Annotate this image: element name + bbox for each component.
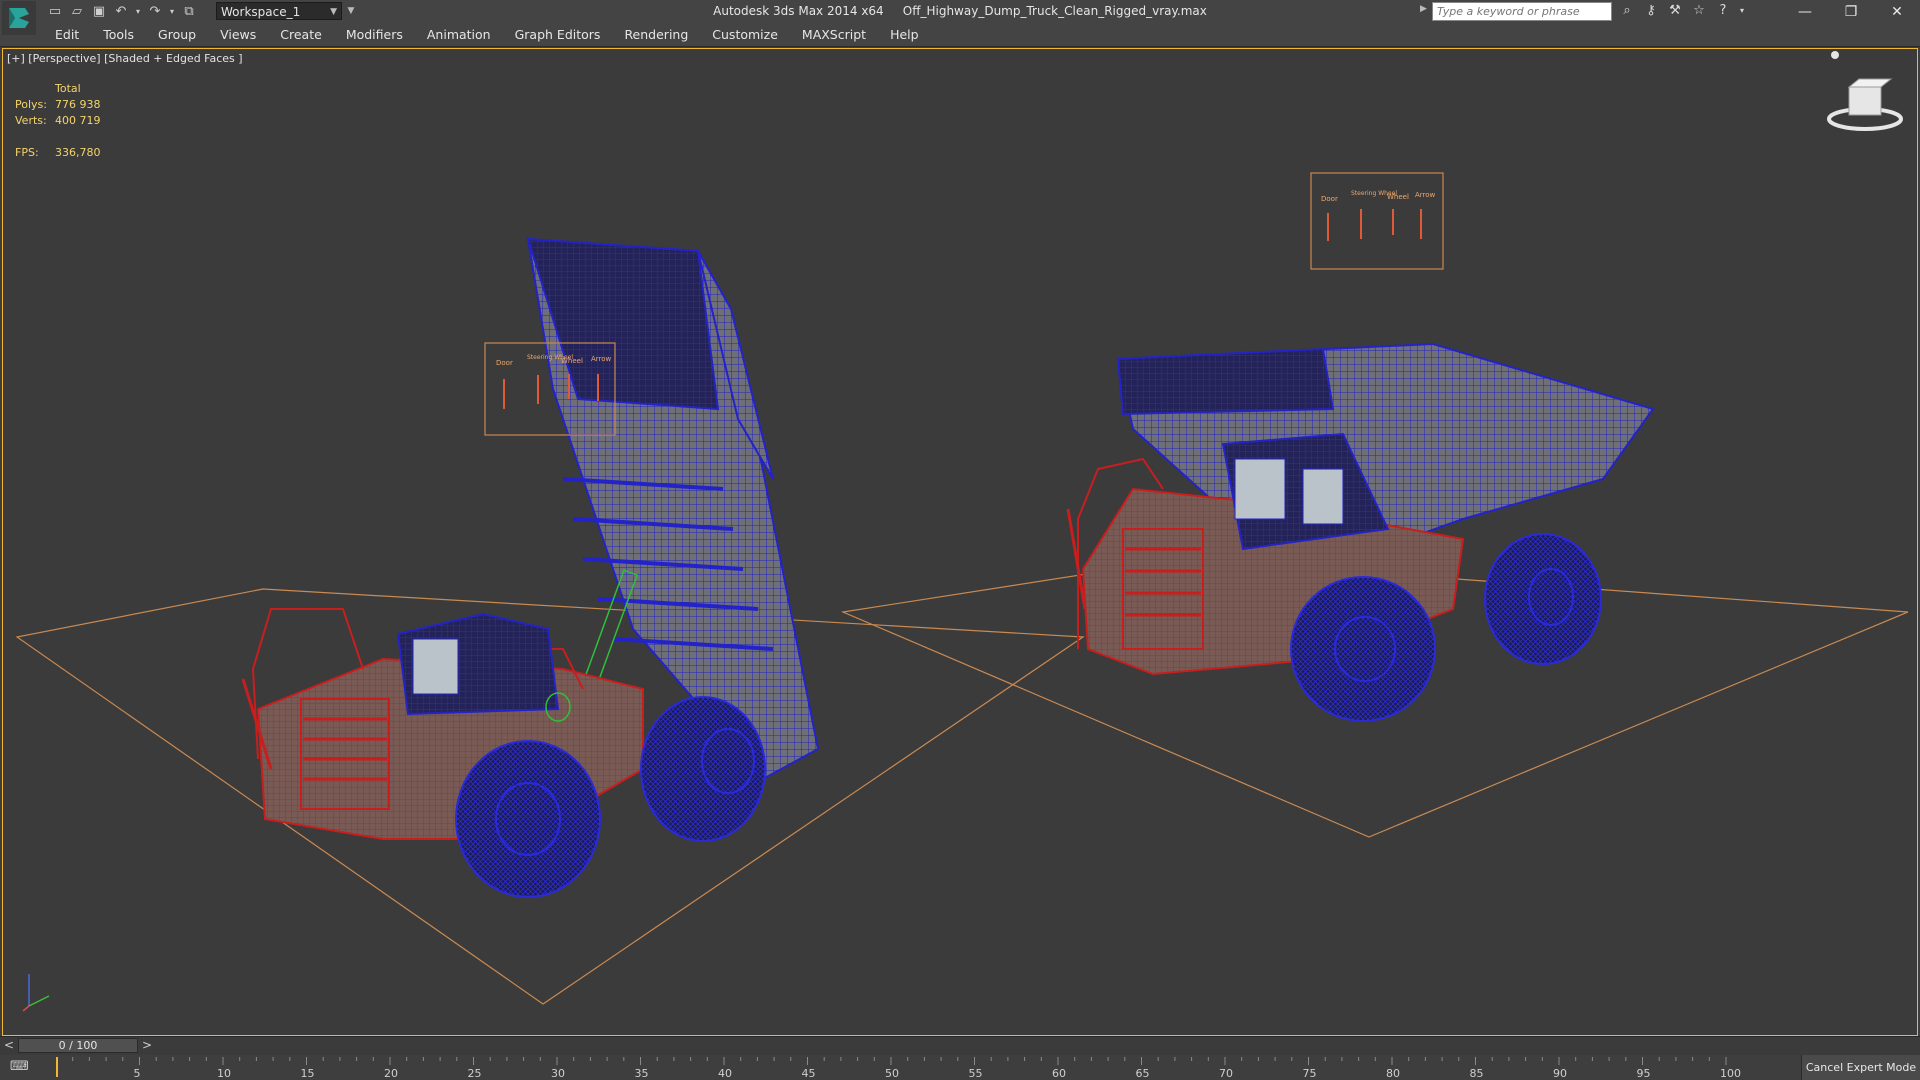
timeline-tick-label: 35 [635,1067,649,1080]
workspace-dropdown[interactable]: Workspace_1 ▼ [216,2,342,20]
menu-rendering[interactable]: Rendering [624,27,688,43]
menu-tools[interactable]: Tools [103,27,134,43]
redo-icon[interactable]: ↷ [146,3,164,21]
timeline-tick-label: 100 [1720,1067,1741,1080]
timeline-tick-label: 20 [384,1067,398,1080]
app-menu-button[interactable] [2,1,36,35]
rig-label-arrow-left: Arrow [591,355,612,363]
menu-help[interactable]: Help [890,27,919,43]
menu-bar: Edit Tools Group Views Create Modifiers … [0,24,1920,47]
polys-value: 776 938 [55,98,101,111]
undo-icon[interactable]: ↶ [112,3,130,21]
dump-truck-tipped [241,237,820,898]
menu-maxscript[interactable]: MAXScript [802,27,866,43]
timeline-tick-label: 80 [1386,1067,1400,1080]
stats-header: Total [55,82,81,95]
title-bar: ▭ ▱ ▣ ↶ ▾ ↷ ▾ ⧉ Workspace_1 ▼ ▼ Autodesk… [0,0,1920,35]
viewcube-icon [1827,51,1903,131]
time-slider-thumb[interactable]: 0 / 100 [18,1038,138,1053]
help-search-input[interactable] [1432,2,1612,21]
rig-label-arrow-right: Arrow [1415,191,1436,199]
perspective-viewport[interactable]: [+] [Perspective] [Shaded + Edged Faces … [2,48,1918,1036]
timeline-tick-label: 40 [718,1067,732,1080]
search-expand-icon[interactable]: ▶ [1420,4,1427,14]
dump-truck-lowered [1066,342,1655,722]
rig-label-wheel-right: Wheel [1387,193,1409,201]
rig-label-door-right: Door [1321,195,1338,203]
timeline-tick-label: 10 [217,1067,231,1080]
cancel-expert-mode-button[interactable]: Cancel Expert Mode [1801,1055,1920,1080]
rig-label-door-left: Door [496,359,513,367]
save-file-icon[interactable]: ▣ [90,3,108,21]
open-file-icon[interactable]: ▱ [68,3,86,21]
viewport-label[interactable]: [+] [Perspective] [Shaded + Edged Faces … [7,52,243,65]
rig-control-panel-right: Door Steering Wheel Wheel Arrow [1310,172,1444,270]
timeline-tick-label: 60 [1052,1067,1066,1080]
minimize-icon[interactable]: — [1782,0,1828,24]
star-icon[interactable]: ☆ [1690,2,1708,20]
chevron-down-icon: ▼ [330,7,337,17]
timeline-ruler[interactable]: 5 10 15 20 25 30 35 40 45 50 55 60 65 70 75 80 85 90 95 100 [56,1055,1746,1080]
time-slider-prev-button[interactable]: < [4,1038,14,1052]
timeline-tick-label: 30 [551,1067,565,1080]
close-icon[interactable]: ✕ [1874,0,1920,24]
project-folder-icon[interactable]: ⧉ [180,3,198,21]
time-slider[interactable]: < 0 / 100 > [0,1036,1920,1055]
rig-label-wheel-left: Wheel [561,357,583,365]
time-slider-next-button[interactable]: > [142,1038,152,1052]
current-frame-marker [56,1057,58,1077]
undo-dropdown-icon[interactable]: ▾ [134,3,142,21]
timeline-tick-label: 65 [1136,1067,1150,1080]
axis-tripod-icon [22,974,50,1012]
statistics-overlay: Total Polys: 776 938 Verts: 400 719 FPS: 33… [15,81,101,161]
fps-value: 336,780 [55,146,101,159]
timeline-tick-label: 25 [468,1067,482,1080]
key-icon[interactable]: ⚷ [1642,2,1660,20]
menu-edit[interactable]: Edit [55,27,79,43]
max-logo-icon [9,8,29,28]
scene-render: Door Steering Wheel Wheel Arrow Door Ste… [15,51,1909,1012]
file-name: Off_Highway_Dump_Truck_Clean_Rigged_vray… [902,4,1207,18]
quick-access-customize-icon[interactable]: ▼ [344,2,358,20]
menu-views[interactable]: Views [220,27,256,43]
timeline-tick-label: 55 [969,1067,983,1080]
new-file-icon[interactable]: ▭ [46,3,64,21]
binoculars-icon[interactable]: ⌕ [1618,2,1636,20]
workspace-value: Workspace_1 [221,5,301,19]
timeline-tick-label: 95 [1637,1067,1651,1080]
mini-curve-editor-icon[interactable]: ⌨ [10,1059,30,1075]
wheel-rear-right [1484,533,1602,665]
redo-dropdown-icon[interactable]: ▾ [168,3,176,21]
verts-value: 400 719 [55,114,101,127]
menu-group[interactable]: Group [158,27,196,43]
timeline-tick-label: 15 [301,1067,315,1080]
fps-label: FPS: [15,146,39,159]
polys-label: Polys: [15,98,47,111]
timeline-tick-label: 90 [1553,1067,1567,1080]
verts-label: Verts: [15,114,47,127]
timeline-tick-label: 5 [134,1067,141,1080]
timeline-tick-label: 85 [1470,1067,1484,1080]
timeline-tick-label: 50 [885,1067,899,1080]
menu-modifiers[interactable]: Modifiers [346,27,403,43]
timeline-tick-label: 75 [1303,1067,1317,1080]
wheel-front-left [455,740,601,898]
timeline-tick-label: 45 [802,1067,816,1080]
wheel-front-right [1290,576,1436,722]
subscription-icon[interactable]: ⚒ [1666,2,1684,20]
track-bar[interactable]: ⌨ 5 10 15 20 25 30 35 40 45 50 55 60 65 70 75 80 85 90 95 1… [0,1055,1920,1080]
menu-create[interactable]: Create [280,27,322,43]
restore-icon[interactable]: ❐ [1828,0,1874,24]
app-title: Autodesk 3ds Max 2014 x64 [713,4,884,18]
timeline-tick-label: 70 [1219,1067,1233,1080]
help-dropdown-icon[interactable]: ▾ [1738,2,1746,20]
menu-animation[interactable]: Animation [427,27,491,43]
menu-customize[interactable]: Customize [712,27,778,43]
menu-graph-editors[interactable]: Graph Editors [515,27,601,43]
help-icon[interactable]: ? [1714,2,1732,20]
